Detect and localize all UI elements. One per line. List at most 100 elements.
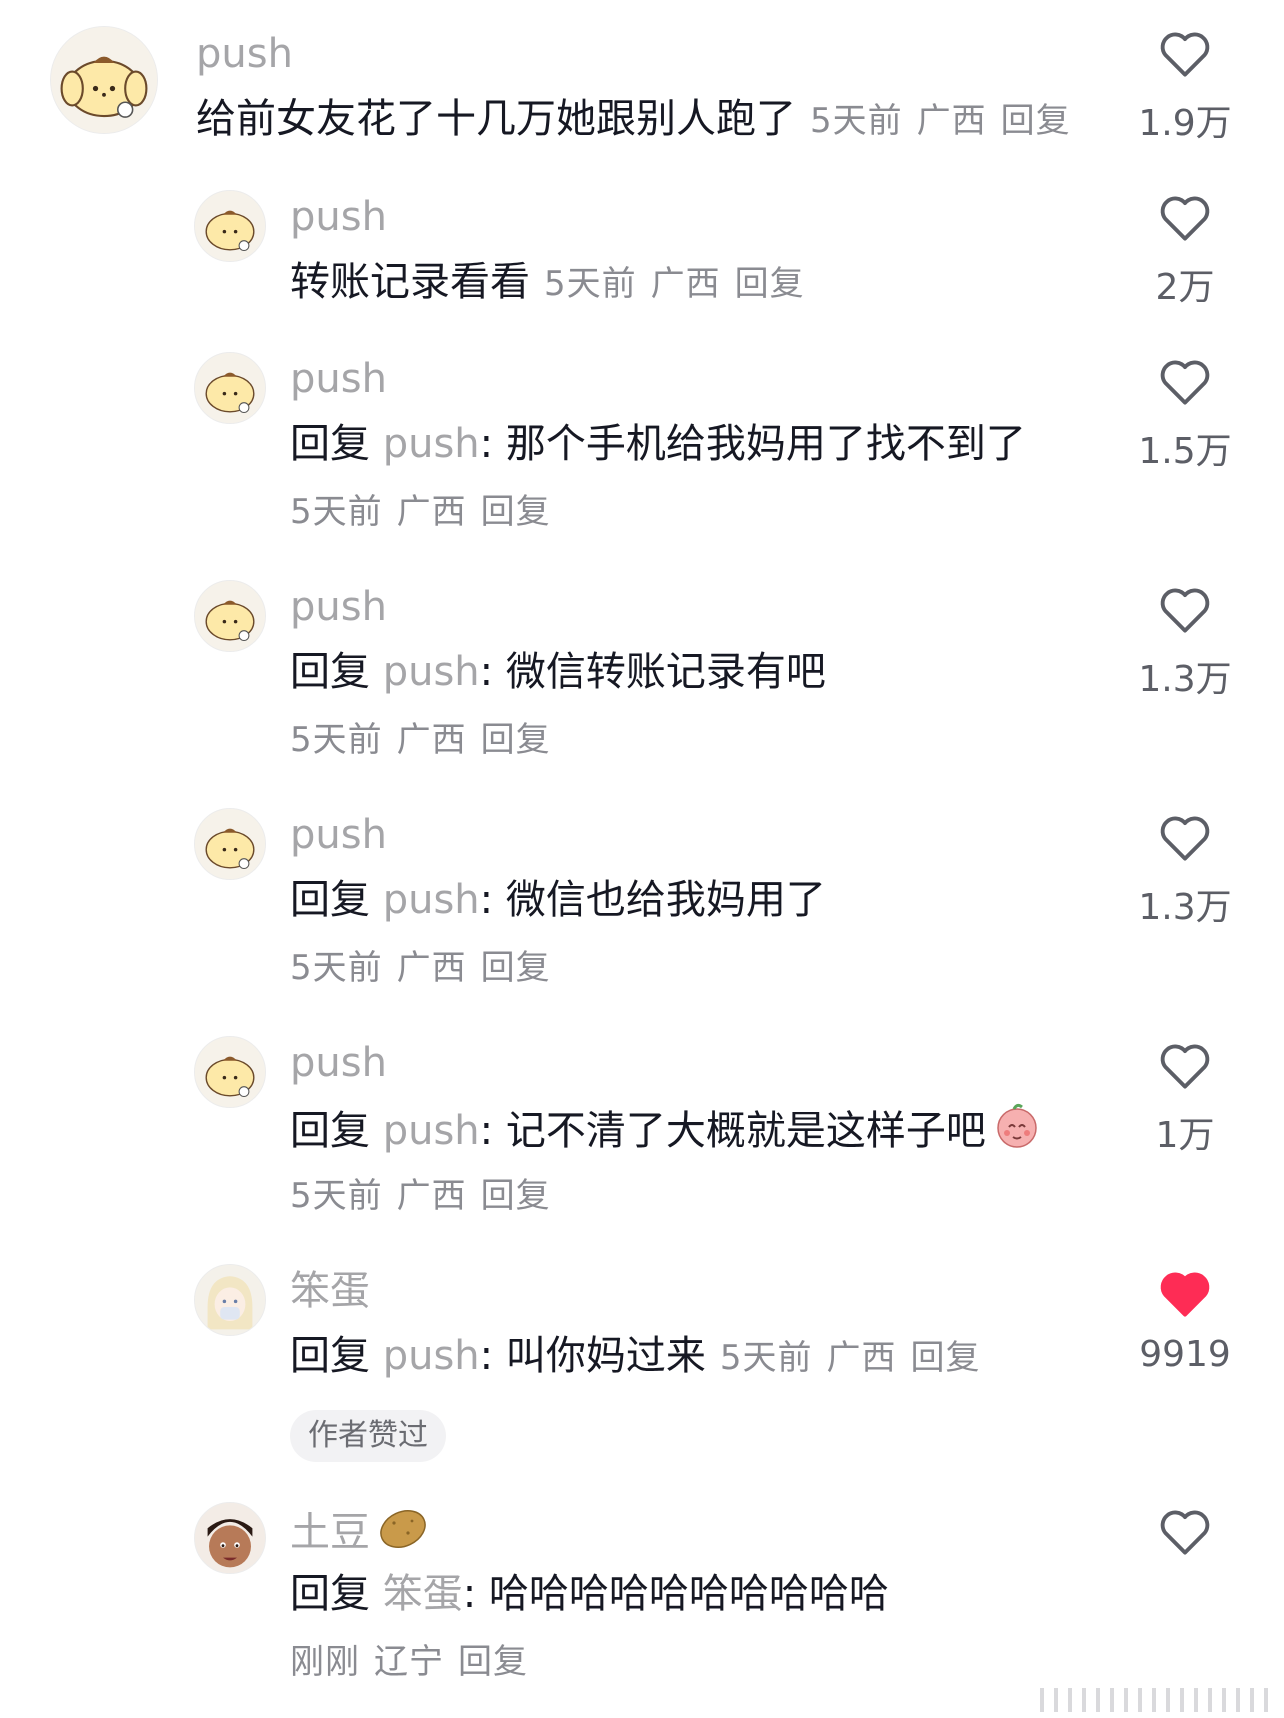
heart-outline-icon <box>1160 1044 1210 1089</box>
potato-emoji <box>376 1505 430 1564</box>
like-count: 1.9万 <box>1138 103 1232 144</box>
reply-button[interactable]: 回复 <box>481 720 551 760</box>
comment-meta: 5天前 广西 回复 <box>290 718 565 762</box>
comment-time: 刚刚 <box>290 1642 360 1682</box>
reply-target[interactable]: push <box>383 421 480 467</box>
comment-time: 5天前 <box>290 720 383 760</box>
heart-outline-icon <box>1160 360 1210 405</box>
comment-location: 广西 <box>916 101 987 141</box>
reply-target[interactable]: push <box>383 1333 480 1379</box>
reply-button[interactable]: 回复 <box>911 1338 981 1378</box>
username[interactable]: push <box>290 355 387 403</box>
like-count: 1.3万 <box>1138 659 1232 700</box>
comment-location: 广西 <box>396 492 467 532</box>
reply-target[interactable]: push <box>383 877 480 923</box>
like-button[interactable]: 1.3万 <box>1130 812 1240 930</box>
like-button[interactable]: 2万 <box>1130 192 1240 310</box>
comment-meta: 5天前 广西 回复 <box>290 946 565 990</box>
username[interactable]: push <box>290 583 387 631</box>
anime-girl-avatar-icon <box>195 1265 265 1335</box>
comment-body: 回复 push: 记不清了大概就是这样子吧 <box>290 1101 1042 1165</box>
like-count: 1.5万 <box>1138 431 1232 472</box>
heart-outline-icon <box>1160 196 1210 241</box>
like-button[interactable]: 1.9万 <box>1130 28 1240 146</box>
avatar[interactable] <box>194 1036 266 1108</box>
comment-text: 给前女友花了十几万她跟别人跑了 <box>196 96 796 142</box>
comment-body: 回复 push: 微信也给我妈用了 <box>290 873 826 927</box>
reply-prefix: 回复 <box>290 1333 370 1379</box>
comment-body: 给前女友花了十几万她跟别人跑了 5天前 广西 回复 <box>196 92 1085 148</box>
username[interactable]: push <box>196 30 293 78</box>
comment-location: 广西 <box>650 264 721 304</box>
heart-outline-icon <box>1160 1510 1210 1555</box>
reply-target[interactable]: push <box>383 649 480 695</box>
reply-colon: : <box>479 421 494 467</box>
reply-button[interactable]: 回复 <box>481 948 551 988</box>
comment-time: 5天前 <box>544 264 637 304</box>
pudding-dog-avatar-icon <box>195 353 265 423</box>
avatar[interactable] <box>194 808 266 880</box>
username[interactable]: push <box>290 1039 387 1087</box>
comment-meta: 5天前 广西 回复 <box>720 1338 995 1378</box>
like-button[interactable]: 9919 <box>1130 1268 1240 1375</box>
comment-meta: 5天前 广西 回复 <box>290 1174 565 1218</box>
reply-colon: : <box>479 1333 494 1379</box>
avatar[interactable] <box>194 190 266 262</box>
comment-meta: 5天前 广西 回复 <box>544 264 819 304</box>
like-button[interactable]: 1.3万 <box>1130 584 1240 702</box>
avatar[interactable] <box>194 352 266 424</box>
heart-outline-icon <box>1160 816 1210 861</box>
username[interactable]: 土豆 <box>290 1505 430 1564</box>
comment-time: 5天前 <box>290 492 383 532</box>
username[interactable]: push <box>290 193 387 241</box>
comment-body: 回复 push: 微信转账记录有吧 <box>290 645 826 699</box>
comment-body: 转账记录看看 5天前 广西 回复 <box>290 255 819 311</box>
username[interactable]: 笨蛋 <box>290 1267 370 1315</box>
reply-colon: : <box>479 1108 494 1154</box>
comment-text: 哈哈哈哈哈哈哈哈哈哈 <box>488 1571 889 1617</box>
comment-time: 5天前 <box>810 101 903 141</box>
comment-text: 转账记录看看 <box>290 259 530 305</box>
reply-target[interactable]: 笨蛋 <box>383 1571 463 1617</box>
avatar[interactable] <box>194 1264 266 1336</box>
comment-body: 回复 笨蛋: 哈哈哈哈哈哈哈哈哈哈 <box>290 1567 889 1621</box>
reply-button[interactable]: 回复 <box>458 1642 528 1682</box>
username[interactable]: push <box>290 811 387 859</box>
heart-outline-icon <box>1160 32 1210 77</box>
author-liked-badge: 作者赞过 <box>290 1410 446 1462</box>
blushing-face-emoji <box>992 1101 1042 1165</box>
reply-colon: : <box>462 1571 477 1617</box>
avatar[interactable] <box>194 1502 266 1574</box>
comment-location: 广西 <box>396 1176 467 1216</box>
like-count: 2万 <box>1155 267 1215 308</box>
reply-button[interactable]: 回复 <box>481 1176 551 1216</box>
reply-colon: : <box>479 877 494 923</box>
scroll-indicator-icon <box>1040 1688 1268 1712</box>
pudding-dog-avatar-icon <box>195 1037 265 1107</box>
comment-location: 辽宁 <box>374 1642 444 1682</box>
pudding-dog-avatar-icon <box>195 191 265 261</box>
avatar[interactable] <box>50 26 158 134</box>
reply-button[interactable]: 回复 <box>1001 101 1071 141</box>
like-count: 9919 <box>1139 1334 1231 1375</box>
comment-meta: 5天前 广西 回复 <box>290 490 565 534</box>
pudding-dog-avatar-icon <box>195 809 265 879</box>
like-button[interactable]: 1.5万 <box>1130 356 1240 474</box>
reply-prefix: 回复 <box>290 1108 370 1154</box>
like-button[interactable]: 1万 <box>1130 1040 1240 1158</box>
reply-prefix: 回复 <box>290 421 370 467</box>
reply-colon: : <box>479 649 494 695</box>
reply-target[interactable]: push <box>383 1108 480 1154</box>
comment-body: 回复 push: 叫你妈过来 5天前 广西 回复 <box>290 1329 995 1385</box>
comment-meta: 刚刚 辽宁 回复 <box>290 1640 542 1684</box>
like-count: 1.3万 <box>1138 887 1232 928</box>
reply-prefix: 回复 <box>290 649 370 695</box>
comment-text: 微信转账记录有吧 <box>505 649 826 695</box>
comment-location: 广西 <box>826 1338 897 1378</box>
like-button[interactable] <box>1130 1506 1240 1556</box>
comment-location: 广西 <box>396 720 467 760</box>
reply-button[interactable]: 回复 <box>735 264 805 304</box>
reply-prefix: 回复 <box>290 1571 370 1617</box>
avatar[interactable] <box>194 580 266 652</box>
reply-button[interactable]: 回复 <box>481 492 551 532</box>
